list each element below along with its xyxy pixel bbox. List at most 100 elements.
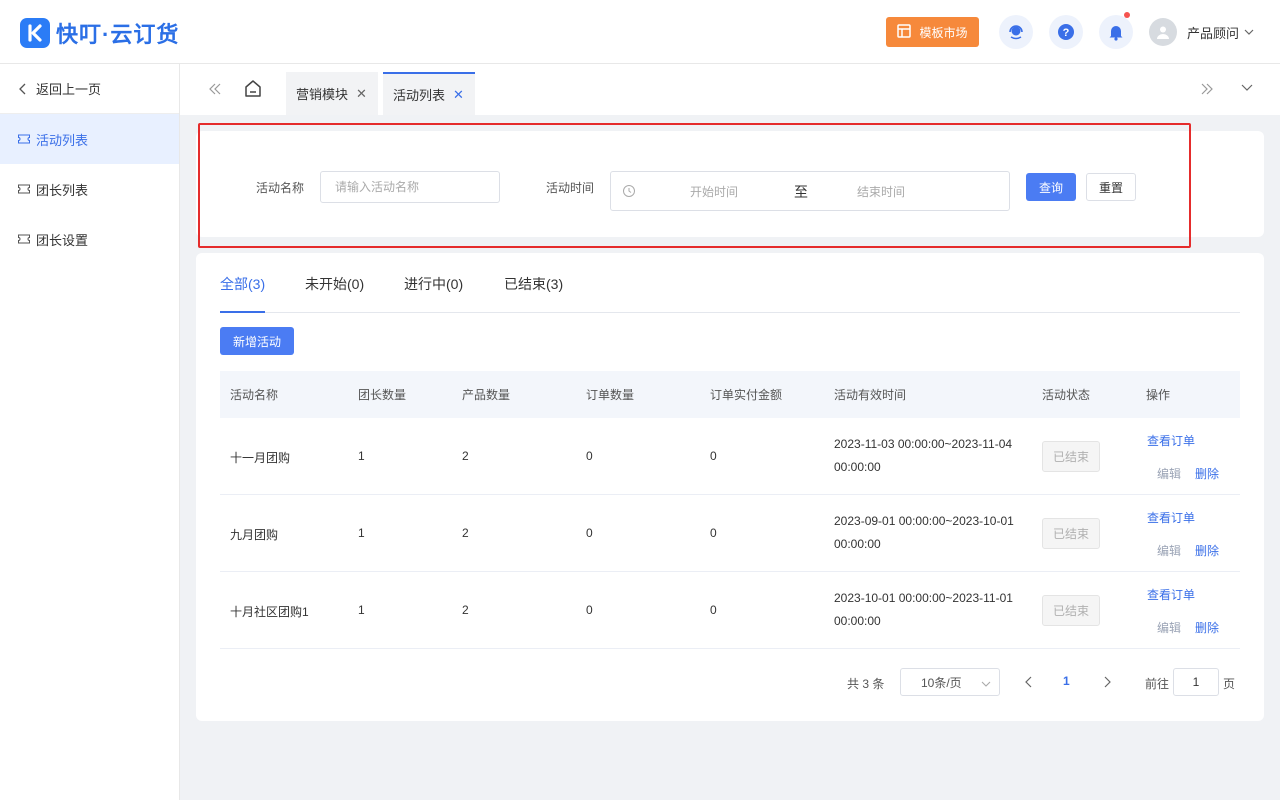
page-number-current[interactable]: 1 (1063, 674, 1070, 688)
time-range-line: 2023-09-01 00:00:00~2023-10-01 (834, 514, 1014, 528)
tab-all[interactable]: 全部(3) (220, 274, 265, 294)
close-icon[interactable]: ✕ (356, 86, 367, 102)
active-tab-indicator (220, 311, 265, 313)
ticket-icon (18, 134, 30, 144)
table-header: 活动名称 团长数量 产品数量 订单数量 订单实付金额 活动有效时间 活动状态 操… (220, 371, 1240, 418)
date-range-picker[interactable]: 开始时间 至 结束时间 (610, 171, 1010, 211)
product-count-cell: 2 (462, 449, 469, 463)
activity-time-label: 活动时间 (546, 181, 595, 195)
product-count-cell: 2 (462, 526, 469, 540)
edit-link[interactable]: 编辑 (1157, 542, 1181, 559)
template-market-label: 模板市场 (919, 25, 968, 40)
tab-label: 营销模块 (296, 87, 349, 102)
page-suffix-label: 页 (1223, 677, 1236, 691)
order-count-cell: 0 (586, 449, 593, 463)
template-grid-icon (897, 23, 912, 41)
total-count: 共 3 条 (847, 677, 885, 691)
page-tab-bar: 营销模块 ✕ 活动列表 ✕ (180, 64, 1280, 115)
sidebar-item-leader-settings[interactable]: 团长设置 (0, 214, 179, 264)
delete-link[interactable]: 删除 (1195, 619, 1219, 636)
column-header: 订单实付金额 (710, 388, 783, 402)
activity-name-input[interactable] (320, 171, 500, 203)
column-header: 订单数量 (586, 388, 635, 402)
time-range-line: 00:00:00 (834, 614, 881, 628)
tab-not-started[interactable]: 未开始(0) (305, 274, 364, 294)
paid-amount-cell: 0 (710, 526, 717, 540)
delete-link[interactable]: 删除 (1195, 542, 1219, 559)
notification-dot (1124, 12, 1130, 18)
valid-time-cell: 2023-10-01 00:00:00~2023-11-01 00:00:00 (834, 587, 1013, 633)
prev-page-icon[interactable] (1024, 675, 1034, 692)
back-label: 返回上一页 (36, 82, 102, 97)
time-range-line: 00:00:00 (834, 537, 881, 551)
column-header: 操作 (1146, 388, 1171, 402)
avatar (1149, 18, 1177, 46)
close-icon[interactable]: ✕ (453, 87, 464, 103)
goto-label: 前往 (1145, 677, 1170, 691)
start-date-input[interactable]: 开始时间 (690, 183, 738, 200)
activity-name-cell: 九月团购 (230, 528, 279, 542)
query-button[interactable]: 查询 (1026, 173, 1076, 201)
tab-activity-list[interactable]: 活动列表 ✕ (383, 72, 475, 115)
customer-service-icon[interactable] (999, 15, 1033, 49)
page-size-select[interactable]: 10条/页 (900, 668, 1000, 696)
clock-icon (622, 184, 636, 201)
sidebar-item-leader-list[interactable]: 团长列表 (0, 164, 179, 214)
ticket-icon (18, 184, 30, 194)
edit-link[interactable]: 编辑 (1157, 619, 1181, 636)
next-page-icon[interactable] (1102, 675, 1112, 692)
view-orders-link[interactable]: 查看订单 (1147, 432, 1195, 449)
table-row: 十一月团购 1 2 0 0 2023-11-03 00:00:00~2023-1… (220, 418, 1240, 495)
column-header: 团长数量 (358, 388, 407, 402)
view-orders-link[interactable]: 查看订单 (1147, 586, 1195, 603)
chevron-down-icon (1244, 25, 1254, 40)
tab-ended[interactable]: 已结束(3) (504, 274, 563, 294)
app-logo[interactable]: 快叮·云订货 (20, 17, 179, 49)
reset-button[interactable]: 重置 (1086, 173, 1136, 201)
top-header: 快叮·云订货 模板市场 ? 产品顾问 (0, 0, 1280, 64)
svg-text:?: ? (1063, 27, 1070, 39)
user-name: 产品顾问 (1187, 25, 1240, 41)
tab-label: 活动列表 (393, 88, 446, 103)
leader-count-cell: 1 (358, 526, 365, 540)
help-icon[interactable]: ? (1049, 15, 1083, 49)
user-menu[interactable]: 产品顾问 (1149, 18, 1254, 46)
chevron-down-icon[interactable] (1240, 82, 1254, 97)
sidebar-item-label: 团长列表 (36, 182, 89, 198)
valid-time-cell: 2023-09-01 00:00:00~2023-10-01 00:00:00 (834, 510, 1014, 556)
status-badge: 已结束 (1042, 518, 1100, 549)
chevron-down-icon (981, 678, 991, 692)
column-header: 活动名称 (230, 388, 279, 402)
edit-link[interactable]: 编辑 (1157, 465, 1181, 482)
home-icon[interactable] (244, 79, 262, 102)
order-count-cell: 0 (586, 603, 593, 617)
end-date-input[interactable]: 结束时间 (857, 183, 905, 200)
time-range-line: 00:00:00 (834, 460, 881, 474)
goto-page-input[interactable] (1173, 668, 1219, 696)
product-count-cell: 2 (462, 603, 469, 617)
paid-amount-cell: 0 (710, 449, 717, 463)
column-header: 活动有效时间 (834, 388, 907, 402)
double-chevron-right-icon[interactable] (1200, 80, 1214, 101)
activity-name-label: 活动名称 (256, 181, 305, 195)
table-row: 九月团购 1 2 0 0 2023-09-01 00:00:00~2023-10… (220, 495, 1240, 572)
leader-count-cell: 1 (358, 449, 365, 463)
back-button[interactable]: 返回上一页 (0, 64, 179, 114)
template-market-button[interactable]: 模板市场 (886, 17, 979, 47)
add-activity-button[interactable]: 新增活动 (220, 327, 294, 355)
sidebar-item-activity-list[interactable]: 活动列表 (0, 114, 179, 164)
ticket-icon (18, 234, 30, 244)
status-badge: 已结束 (1042, 441, 1100, 472)
time-range-line: 2023-11-03 00:00:00~2023-11-04 (834, 437, 1013, 451)
range-separator: 至 (794, 184, 808, 200)
time-range-line: 2023-10-01 00:00:00~2023-11-01 (834, 591, 1013, 605)
tab-in-progress[interactable]: 进行中(0) (404, 274, 463, 294)
tab-marketing-module[interactable]: 营销模块 ✕ (286, 72, 378, 115)
notification-bell-icon[interactable] (1099, 12, 1133, 49)
delete-link[interactable]: 删除 (1195, 465, 1219, 482)
view-orders-link[interactable]: 查看订单 (1147, 509, 1195, 526)
double-chevron-left-icon[interactable] (208, 80, 222, 101)
leader-count-cell: 1 (358, 603, 365, 617)
column-header: 活动状态 (1042, 388, 1091, 402)
app-title: 快叮·云订货 (56, 22, 180, 47)
